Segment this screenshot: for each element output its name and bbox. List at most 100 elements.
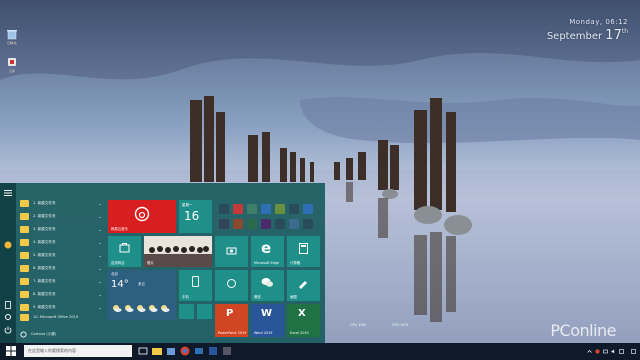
- mini-tile[interactable]: [219, 204, 229, 214]
- music-icon: [134, 206, 150, 222]
- list-item-cortana[interactable]: Cortana (小娜): [20, 328, 104, 340]
- tile-label: PowerPoint 2019: [218, 331, 247, 335]
- tile-label: Microsoft Edge: [254, 261, 280, 265]
- mini-tile[interactable]: [275, 219, 285, 229]
- user-icon[interactable]: [4, 241, 12, 249]
- tile-mobile[interactable]: 手机: [179, 270, 212, 301]
- desktop-icon-label: 应用: [8, 69, 15, 73]
- list-item-label: 8. 新建文件夹: [33, 291, 56, 296]
- cpu-value: 15%: [358, 323, 367, 327]
- clock-day-line: Monday, 06:12: [569, 18, 628, 26]
- app-icon: [8, 58, 16, 66]
- list-item-label: 9. 新建文件夹: [33, 304, 56, 309]
- start-rail: [0, 183, 16, 343]
- tile-weather[interactable]: 北京 14° 多云: [108, 270, 176, 320]
- recycle-bin-icon: [7, 30, 17, 40]
- desktop-icon-label: 回收站: [7, 41, 17, 45]
- folder-icon: [20, 290, 29, 298]
- mini-tile[interactable]: [289, 219, 299, 229]
- tile-photos[interactable]: 照片: [144, 236, 212, 267]
- tile-label: 应用商店: [111, 261, 125, 265]
- hamburger-icon[interactable]: [4, 189, 12, 197]
- mini-tile[interactable]: [247, 219, 257, 229]
- mini-tile[interactable]: [261, 219, 271, 229]
- list-item[interactable]: 8. 新建文件夹 ⌄: [20, 288, 104, 300]
- list-item[interactable]: 7. 新建文件夹 ⌄: [20, 275, 104, 287]
- tile-label: 画图: [290, 295, 297, 299]
- mini-tile[interactable]: [179, 304, 194, 319]
- tile-store[interactable]: 应用商店: [108, 236, 141, 267]
- gear-icon[interactable]: [4, 313, 12, 321]
- tile-music[interactable]: 网易云音乐: [108, 200, 176, 233]
- mini-tile[interactable]: [247, 204, 257, 214]
- tile-edge[interactable]: e Microsoft Edge: [251, 236, 284, 267]
- tile-app[interactable]: [215, 270, 248, 301]
- tile-powerpoint[interactable]: P PowerPoint 2019: [215, 304, 248, 337]
- chevron-down-icon: ⌄: [98, 304, 102, 310]
- tile-paint[interactable]: 画图: [287, 270, 320, 301]
- clock-day-number: 17: [605, 28, 622, 43]
- mini-tile[interactable]: [261, 204, 271, 214]
- mini-tile[interactable]: [289, 204, 299, 214]
- app-icon: [227, 279, 236, 288]
- alert-icon[interactable]: [595, 348, 600, 354]
- file-explorer-icon[interactable]: [152, 346, 162, 356]
- windows-start-icon[interactable]: [6, 346, 16, 356]
- tile-placeholder[interactable]: [215, 236, 248, 267]
- mail-icon[interactable]: [194, 346, 204, 356]
- list-item[interactable]: 4. 新建文件夹 ⌄: [20, 236, 104, 248]
- folder-icon: [20, 199, 29, 207]
- folder-icon: [20, 238, 29, 246]
- desktop-icon-app[interactable]: 应用: [2, 56, 22, 73]
- chevron-down-icon: ⌄: [98, 239, 102, 245]
- store-icon[interactable]: [166, 346, 176, 356]
- list-item-label: Cortana (小娜): [31, 331, 57, 336]
- desktop-icon-recycle-bin[interactable]: 回收站: [2, 28, 22, 45]
- clock-date: September 17th: [547, 28, 628, 43]
- wechat-icon: [261, 278, 273, 287]
- ime-icon[interactable]: [619, 348, 624, 354]
- mini-tile[interactable]: [275, 204, 285, 214]
- tile-wechat[interactable]: 微信: [251, 270, 284, 301]
- list-item[interactable]: 3. 新建文件夹 ⌄: [20, 223, 104, 235]
- chrome-icon[interactable]: [180, 346, 190, 356]
- mini-tile[interactable]: [303, 219, 313, 229]
- list-item[interactable]: 1. 新建文件夹 ⌄: [20, 197, 104, 209]
- network-icon[interactable]: [603, 349, 608, 354]
- mini-tile[interactable]: [303, 204, 313, 214]
- tile-label: 微信: [254, 295, 261, 299]
- folder-icon: [20, 251, 29, 259]
- mini-tile[interactable]: [197, 304, 212, 319]
- tile-excel[interactable]: X Excel 2019: [287, 304, 320, 337]
- app-taskbar-icon[interactable]: [222, 346, 232, 356]
- task-view-icon[interactable]: [138, 346, 148, 356]
- mini-tile[interactable]: [233, 219, 243, 229]
- chevron-up-icon[interactable]: [587, 349, 592, 354]
- word-taskbar-icon[interactable]: [208, 346, 218, 356]
- search-input[interactable]: 在这里输入你要搜索的内容: [24, 345, 132, 357]
- list-item[interactable]: 6. 新建文件夹 ⌄: [20, 262, 104, 274]
- mini-tile[interactable]: [219, 219, 229, 229]
- power-icon[interactable]: [4, 326, 12, 334]
- weather-forecast-icons: [113, 305, 170, 312]
- edge-icon: e: [261, 239, 272, 257]
- paint-icon: [299, 281, 307, 289]
- tile-calculator[interactable]: 计算器: [287, 236, 320, 267]
- list-item[interactable]: 2. 新建文件夹 ⌄: [20, 210, 104, 222]
- mini-tile[interactable]: [233, 204, 243, 214]
- weather-temp: 14°: [111, 279, 129, 290]
- chevron-down-icon: ⌄: [98, 226, 102, 232]
- list-item[interactable]: 5. 新建文件夹 ⌄: [20, 249, 104, 261]
- tile-word[interactable]: W Word 2019: [251, 304, 284, 337]
- folder-icon: [20, 225, 29, 233]
- list-item[interactable]: 10. Microsoft Office 2019: [20, 311, 104, 323]
- document-icon[interactable]: [4, 301, 12, 309]
- chevron-down-icon: ⌄: [98, 278, 102, 284]
- list-item-label: 5. 新建文件夹: [33, 252, 56, 257]
- cortana-icon: [20, 330, 27, 338]
- tile-calendar[interactable]: 星期一 16: [179, 200, 212, 233]
- folder-icon: [20, 313, 29, 321]
- notification-icon[interactable]: [631, 348, 636, 354]
- chevron-down-icon: ⌄: [98, 213, 102, 219]
- volume-icon[interactable]: [611, 349, 616, 354]
